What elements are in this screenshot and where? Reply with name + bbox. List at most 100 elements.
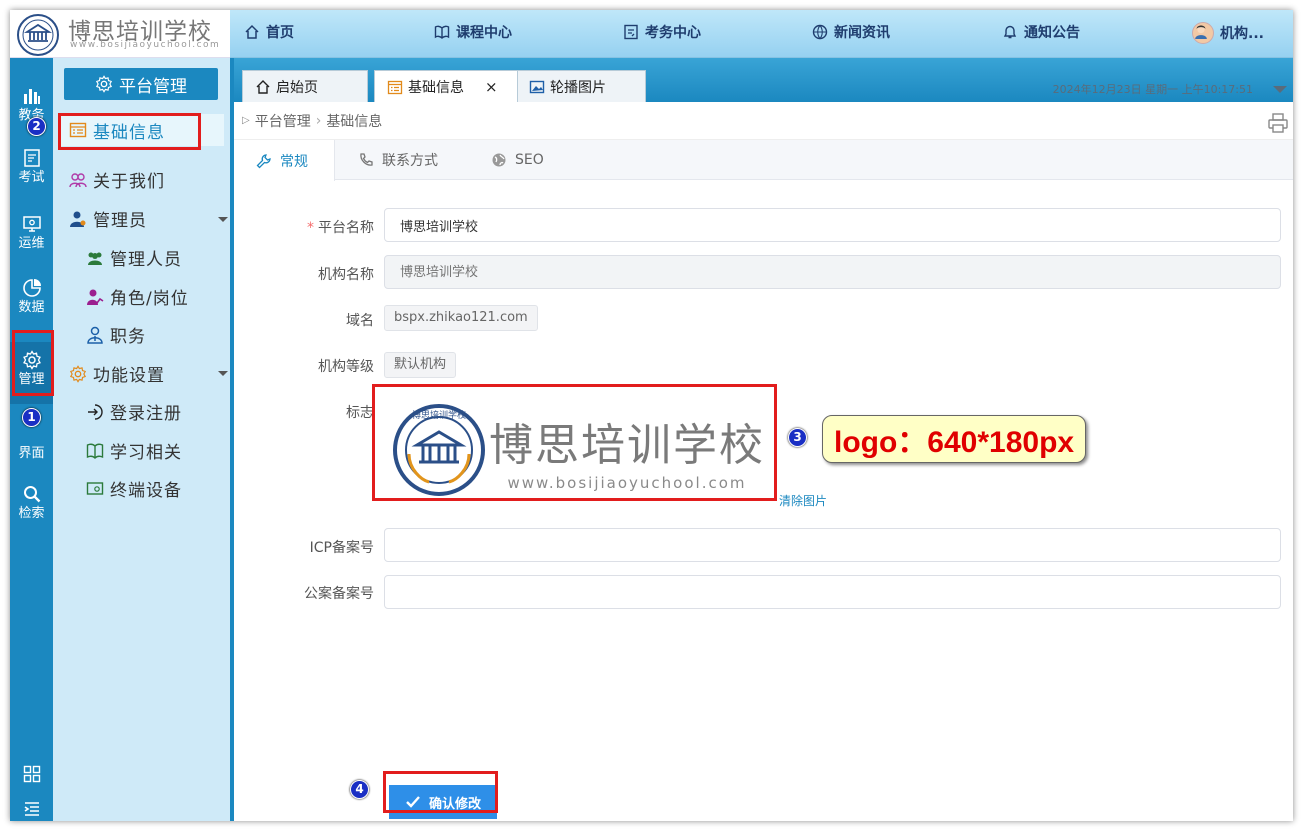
- home-icon: [256, 79, 270, 94]
- features-expand-icon[interactable]: [218, 371, 228, 376]
- police-record-input[interactable]: [384, 575, 1281, 609]
- school-logo-icon: 博思培训学校 博思培训学校 www.bosijiaoyuchool.com: [393, 404, 765, 496]
- menu-item-admin-staff-label: 管理人员: [110, 250, 182, 270]
- breadcrumb-root[interactable]: 平台管理: [255, 111, 311, 131]
- rail-exam[interactable]: 考试: [10, 148, 53, 186]
- org-name-label: 机构名称: [318, 267, 374, 283]
- menu-item-login-register-label: 登录注册: [110, 404, 182, 424]
- breadcrumb-arrow-icon: ▷: [242, 115, 250, 126]
- pie-icon: [22, 279, 41, 297]
- nav-courses[interactable]: 课程中心: [434, 22, 512, 42]
- platform-name-label-text: 平台名称: [318, 220, 374, 236]
- rail-data[interactable]: 数据: [10, 278, 53, 316]
- list-icon: [24, 802, 39, 816]
- clear-image-link[interactable]: 清除图片: [779, 492, 827, 509]
- book-icon: [434, 25, 450, 39]
- tab-close-button[interactable]: ×: [485, 78, 498, 96]
- domain-label: 域名: [346, 313, 374, 329]
- tab-bar: 启始页 基础信息 × 轮播图片 2024年12月23日 星期一 上午10:17:…: [234, 58, 1293, 102]
- submenu-panel: 平台管理 基础信息 关于我们 管理员 管理人员 角色/岗位 职务 功能设置 登录…: [53, 58, 230, 821]
- police-record-label: 公案备案号: [304, 586, 374, 602]
- nav-notices[interactable]: 通知公告: [1002, 22, 1080, 42]
- breadcrumb-current: 基础信息: [326, 113, 383, 130]
- module-rail: 教务 考试 运维 数据 管理 界面 检索: [10, 58, 53, 821]
- logo-image[interactable]: 博思培训学校 博思培训学校 www.bosijiaoyuchool.com: [373, 394, 775, 508]
- icp-input[interactable]: [384, 528, 1281, 562]
- calendar-list-icon: [387, 80, 403, 94]
- device-icon: [86, 481, 104, 495]
- check-icon: [406, 796, 420, 808]
- org-name-input[interactable]: [384, 255, 1281, 289]
- duty-icon: [87, 326, 103, 344]
- menu-item-features[interactable]: 功能设置: [69, 361, 165, 386]
- home-icon: [245, 24, 259, 39]
- submenu-title: 平台管理: [64, 68, 218, 100]
- form-tab-general[interactable]: 常规: [234, 140, 335, 181]
- brand-logo[interactable]: 博思培训学校 www.bosijiaoyuchool.com: [10, 10, 230, 58]
- settings-icon: [69, 364, 87, 383]
- menu-item-roles[interactable]: 角色/岗位: [86, 284, 189, 309]
- image-icon: [529, 80, 545, 93]
- rail-manage-label: 管理: [18, 372, 45, 387]
- role-icon: [87, 289, 104, 305]
- grid-icon: [23, 765, 40, 783]
- tab-carousel[interactable]: 轮播图片: [516, 70, 646, 102]
- menu-item-about-us[interactable]: 关于我们: [69, 167, 165, 192]
- tab-list-dropdown-icon[interactable]: [1273, 86, 1287, 93]
- menu-item-duties-label: 职务: [110, 327, 146, 347]
- tab-basic-info[interactable]: 基础信息 ×: [374, 70, 518, 102]
- logo-size-note: logo：640*180px: [822, 415, 1087, 463]
- rail-ui[interactable]: 界面: [10, 444, 53, 462]
- user-menu[interactable]: 机构...: [1192, 22, 1264, 44]
- rail-apps-button[interactable]: [10, 764, 53, 786]
- rail-collapse-button[interactable]: [10, 799, 53, 821]
- nav-exams-label: 考务中心: [645, 25, 701, 41]
- platform-name-input[interactable]: [384, 208, 1281, 242]
- menu-item-roles-label: 角色/岗位: [110, 289, 189, 309]
- rail-search-label: 检索: [18, 506, 45, 521]
- avatar: [1192, 22, 1214, 44]
- menu-item-devices[interactable]: 终端设备: [86, 476, 182, 501]
- logo-text: 博思培训学校: [489, 420, 765, 471]
- platform-name-label: * 平台名称: [244, 217, 374, 237]
- rail-ops-label: 运维: [18, 236, 45, 251]
- menu-item-basic-info[interactable]: 基础信息: [59, 114, 224, 146]
- datetime: 2024年12月23日 星期一 上午10:17:51: [1052, 83, 1253, 96]
- confirm-button[interactable]: 确认修改: [389, 785, 497, 819]
- form-tabs: 常规 联系方式 SEO: [234, 140, 1293, 181]
- tab-home[interactable]: 启始页: [242, 70, 368, 102]
- form-tab-contact[interactable]: 联系方式: [358, 140, 438, 180]
- menu-item-admin-staff[interactable]: 管理人员: [86, 245, 182, 270]
- group-icon: [88, 252, 102, 265]
- globe-seo-icon: [492, 153, 506, 167]
- exam-icon: [624, 24, 638, 40]
- nav-home-label: 首页: [266, 25, 294, 41]
- tab-basic-info-label: 基础信息: [408, 79, 464, 96]
- calendar-list-icon: [69, 122, 87, 138]
- nav-news[interactable]: 新闻资讯: [812, 22, 890, 42]
- org-level-value: 默认机构: [384, 352, 457, 378]
- monitor-gear-icon: [22, 216, 41, 232]
- nav-exams[interactable]: 考务中心: [623, 22, 701, 42]
- admins-expand-icon[interactable]: [218, 217, 228, 222]
- nav-home[interactable]: 首页: [244, 22, 294, 42]
- rail-ops[interactable]: 运维: [10, 214, 53, 252]
- step-badge-1: 1: [22, 408, 41, 427]
- rail-exam-label: 考试: [18, 170, 45, 185]
- menu-item-duties[interactable]: 职务: [86, 322, 146, 347]
- menu-item-admins[interactable]: 管理员: [69, 206, 147, 231]
- domain-value: bspx.zhikao121.com: [384, 305, 538, 331]
- rail-search[interactable]: 检索: [10, 484, 53, 522]
- form-tab-seo[interactable]: SEO: [491, 140, 544, 180]
- menu-item-learning[interactable]: 学习相关: [86, 438, 182, 463]
- logo-label: 标志: [346, 405, 374, 421]
- menu-item-login-register[interactable]: 登录注册: [86, 399, 182, 424]
- tab-home-label: 启始页: [276, 79, 318, 96]
- step-badge-3: 3: [788, 428, 807, 447]
- print-icon[interactable]: [1267, 112, 1289, 134]
- form-tab-general-label: 常规: [280, 153, 308, 170]
- rail-manage[interactable]: 管理: [10, 342, 53, 404]
- nav-news-label: 新闻资讯: [834, 25, 890, 41]
- wrench-icon: [256, 153, 271, 168]
- logo-url: www.bosijiaoyuchool.com: [507, 474, 746, 492]
